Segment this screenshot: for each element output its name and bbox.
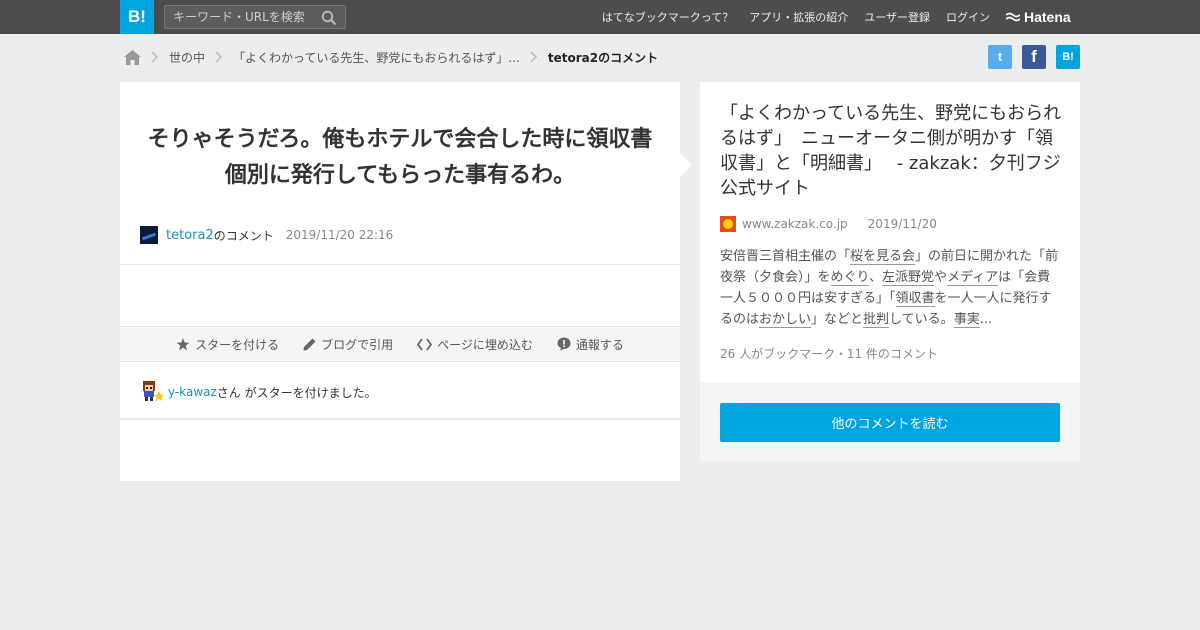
summary-text: している。 bbox=[889, 312, 954, 327]
summary-text: 安倍晋三首相主催の「 bbox=[720, 249, 851, 264]
star-list-item: y-kawaz さん がスターを付けました。 bbox=[140, 380, 377, 404]
nav-about[interactable]: はてなブックマークって？ bbox=[602, 9, 733, 25]
embed-button[interactable]: ページに埋め込む bbox=[417, 336, 533, 353]
hatena-logo[interactable]: Hatena bbox=[1006, 9, 1071, 25]
read-other-comments-button[interactable]: 他のコメントを読む bbox=[720, 403, 1060, 442]
summary-text: ... bbox=[979, 312, 993, 327]
report-button[interactable]: 通報する bbox=[557, 336, 624, 353]
comment-text: そりゃそうだろ。俺もホテルで会合した時に領収書個別に発行してもらった事有るわ。 bbox=[147, 127, 653, 188]
comment-timestamp[interactable]: 2019/11/20 22:16 bbox=[286, 228, 394, 242]
report-icon bbox=[557, 337, 571, 351]
entry-card: 「よくわかっている先生、野党にもおられるはず」 ニューオータニ側が明かす「領収書… bbox=[700, 82, 1080, 382]
header-nav: はてなブックマークって？ アプリ・拡張の紹介 ユーザー登録 ログイン bbox=[586, 0, 990, 34]
code-icon bbox=[417, 337, 433, 351]
site-favicon-icon bbox=[720, 216, 736, 232]
keyword-link[interactable]: メディア bbox=[947, 270, 999, 286]
avatar[interactable] bbox=[140, 379, 166, 405]
nav-apps[interactable]: アプリ・拡張の紹介 bbox=[749, 9, 848, 25]
breadcrumb-current: tetora2のコメント bbox=[547, 50, 659, 65]
top-bar: B! はてなブックマークって？ アプリ・拡張の紹介 ユーザー登録 ログイン Ha… bbox=[0, 0, 1200, 34]
star-user-link[interactable]: y-kawaz bbox=[168, 385, 217, 399]
summary-text: 」などと bbox=[811, 312, 864, 327]
embed-label: ページに埋め込む bbox=[437, 337, 533, 352]
keyword-link[interactable]: 領収書 bbox=[895, 291, 935, 307]
star-message: さん がスターを付けました。 bbox=[216, 385, 377, 400]
keyword-link[interactable]: おかしい bbox=[759, 312, 812, 328]
keyword-link[interactable]: 批判 bbox=[863, 312, 890, 328]
home-icon[interactable] bbox=[124, 49, 141, 65]
entry-summary: 安倍晋三首相主催の「桜を見る会」の前日に開かれた「前夜祭（夕食会）」をめぐり、左… bbox=[720, 246, 1062, 330]
comment-actions: スターを付ける ブログで引用 ページに埋め込む 通報する bbox=[120, 326, 680, 362]
chevron-right-icon bbox=[151, 51, 159, 63]
breadcrumb-category[interactable]: 世の中 bbox=[169, 49, 205, 66]
search-box bbox=[164, 5, 346, 29]
breadcrumb-entry[interactable]: 「よくわかっている先生、野党にもおられるはず」... bbox=[233, 49, 520, 66]
keyword-link[interactable]: 左派 bbox=[882, 270, 909, 286]
report-label: 通報する bbox=[575, 337, 624, 352]
entry-domain[interactable]: www.zakzak.co.jp bbox=[742, 217, 848, 231]
hatena-logo-text: Hatena bbox=[1024, 9, 1071, 25]
divider bbox=[120, 264, 680, 265]
comment-suffix: のコメント bbox=[213, 228, 274, 243]
entry-date: 2019/11/20 bbox=[867, 217, 937, 231]
divider bbox=[120, 418, 680, 420]
facebook-share-button[interactable]: f bbox=[1022, 45, 1046, 69]
search-icon[interactable] bbox=[321, 10, 337, 26]
add-star-label: スターを付ける bbox=[195, 337, 280, 352]
entry-panel: 「よくわかっている先生、野党にもおられるはず」 ニューオータニ側が明かす「領収書… bbox=[700, 82, 1080, 462]
summary-text: 、 bbox=[869, 270, 883, 285]
keyword-link[interactable]: めぐり bbox=[830, 270, 869, 286]
keyword-link[interactable]: 桜を見る会 bbox=[850, 249, 916, 265]
blog-quote-button[interactable]: ブログで引用 bbox=[303, 336, 393, 353]
entry-source: www.zakzak.co.jp 2019/11/20 bbox=[720, 216, 937, 232]
nav-register[interactable]: ユーザー登録 bbox=[864, 9, 930, 25]
twitter-share-button[interactable]: t bbox=[988, 45, 1012, 69]
blog-quote-label: ブログで引用 bbox=[321, 337, 394, 352]
keyword-link[interactable]: 事実 bbox=[953, 312, 980, 328]
star-icon bbox=[176, 337, 190, 350]
keyword-link[interactable]: 野党 bbox=[908, 270, 935, 286]
chevron-right-icon bbox=[215, 51, 223, 63]
panel-pointer bbox=[680, 153, 692, 177]
avatar[interactable] bbox=[140, 226, 158, 244]
comment-meta: tetora2 のコメント 2019/11/20 22:16 bbox=[140, 226, 393, 244]
chevron-right-icon bbox=[530, 51, 537, 63]
comment-panel: そりゃそうだろ。俺もホテルで会合した時に領収書個別に発行してもらった事有るわ。 … bbox=[120, 82, 680, 481]
hatena-wave-icon bbox=[1006, 12, 1020, 22]
add-star-button[interactable]: スターを付ける bbox=[176, 336, 279, 353]
pencil-icon bbox=[303, 338, 316, 350]
breadcrumb: 世の中 「よくわかっている先生、野党にもおられるはず」... tetora2のコ… bbox=[124, 46, 658, 68]
hatebu-logo[interactable]: B! bbox=[120, 0, 154, 34]
comment-user-link[interactable]: tetora2 bbox=[166, 228, 214, 243]
nav-login[interactable]: ログイン bbox=[946, 9, 990, 25]
entry-counts[interactable]: 26 人がブックマーク・11 件のコメント bbox=[720, 345, 938, 362]
summary-text: や bbox=[934, 270, 948, 285]
star-icon bbox=[153, 391, 165, 401]
hatebu-share-button[interactable]: B! bbox=[1056, 45, 1080, 69]
entry-title-link[interactable]: 「よくわかっている先生、野党にもおられるはず」 ニューオータニ側が明かす「領収書… bbox=[720, 101, 1062, 201]
search-input[interactable] bbox=[165, 6, 315, 28]
